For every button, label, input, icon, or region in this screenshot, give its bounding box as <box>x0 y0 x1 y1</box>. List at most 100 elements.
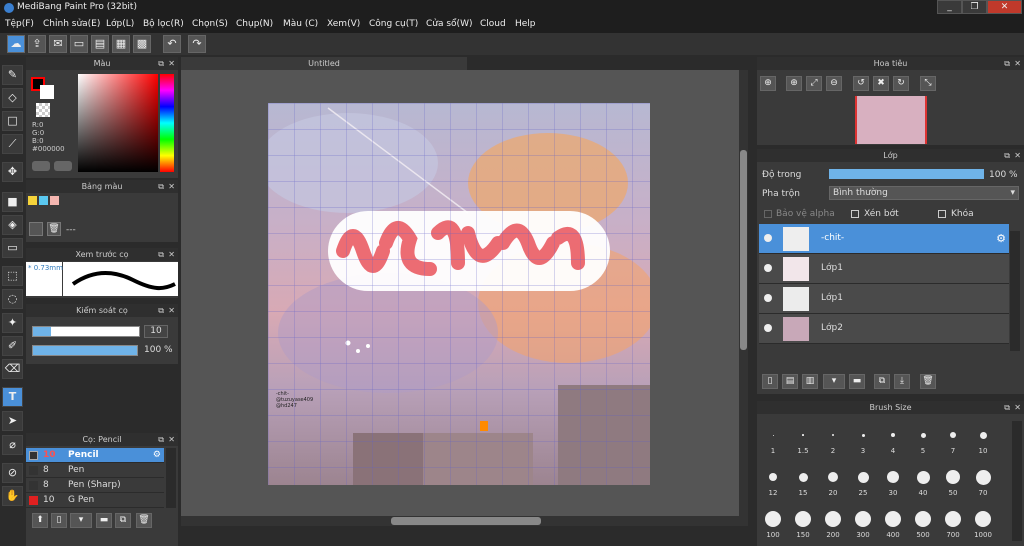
gear-icon[interactable]: ⚙ <box>153 448 161 462</box>
brush-size-option[interactable]: 150 <box>788 501 818 541</box>
eyedropper-icon[interactable]: ⊘ <box>2 463 23 483</box>
menu-view[interactable]: Xem(V) <box>327 19 360 29</box>
brush-size-option[interactable]: 20 <box>818 459 848 499</box>
protect-alpha-checkbox[interactable] <box>764 210 772 218</box>
menu-cloud[interactable]: Cloud <box>480 19 506 29</box>
eye-icon[interactable] <box>764 294 772 302</box>
canvas-horizontal-scrollbar[interactable] <box>181 516 748 526</box>
panel-close-icon[interactable]: ✕ <box>168 248 175 261</box>
maximize-button[interactable]: ❐ <box>962 0 987 14</box>
zoom-in-icon[interactable]: ⊕ <box>786 76 802 91</box>
artwork-canvas[interactable]: -chit- @tuzuyase409 @hd247 <box>268 103 650 485</box>
panel-close-icon[interactable]: ✕ <box>1014 149 1021 162</box>
layer-row[interactable]: Lớp2 <box>759 314 1009 344</box>
comment-icon[interactable]: ✉ <box>49 35 67 53</box>
brush-size-option[interactable]: 1000 <box>968 501 998 541</box>
select-rect-icon[interactable]: ⬚ <box>2 266 23 286</box>
layer-row[interactable]: Lớp1 <box>759 254 1009 284</box>
fit-icon[interactable]: ⤢ <box>806 76 822 91</box>
menu-window[interactable]: Cửa sổ(W) <box>426 19 472 29</box>
layer-list-scrollbar[interactable] <box>1010 231 1020 351</box>
brush-size-option[interactable]: 100 <box>758 501 788 541</box>
eraser-tool-icon[interactable]: ◇ <box>2 88 23 108</box>
rect-tool-icon[interactable]: □ <box>2 111 23 131</box>
redo-icon[interactable]: ↷ <box>188 35 206 53</box>
undock-icon[interactable]: ⧉ <box>158 57 164 70</box>
new-palette-icon[interactable] <box>29 222 43 236</box>
menu-help[interactable]: Help <box>515 19 536 29</box>
rotate-right-icon[interactable]: ↻ <box>893 76 909 91</box>
new-brush-icon[interactable]: ▯ <box>51 513 67 528</box>
menu-color[interactable]: Màu (C) <box>283 19 318 29</box>
add-brush-icon[interactable]: ⬆ <box>32 513 48 528</box>
brush-size-option[interactable]: 50 <box>938 459 968 499</box>
grid-icon[interactable]: ▦ <box>112 35 130 53</box>
upload-icon[interactable]: ⇪ <box>28 35 46 53</box>
brush-opacity-slider[interactable] <box>32 345 138 356</box>
gradient-tool-icon[interactable]: ▭ <box>2 238 23 258</box>
blend-mode-select[interactable]: Bình thường ▾ <box>829 186 1019 200</box>
hue-slider[interactable] <box>160 74 174 172</box>
undock-icon[interactable]: ⧉ <box>1004 401 1010 414</box>
brush-size-option[interactable]: 30 <box>878 459 908 499</box>
panel-close-icon[interactable]: ✕ <box>168 433 175 446</box>
bucket-tool-icon[interactable]: ◈ <box>2 215 23 235</box>
brush-size-option[interactable]: 300 <box>848 501 878 541</box>
blur-tool-icon[interactable]: ⌀ <box>2 435 23 455</box>
menu-file[interactable]: Tệp(F) <box>5 19 34 29</box>
brush-size-option[interactable]: 12 <box>758 459 788 499</box>
brush-size-option[interactable]: 500 <box>908 501 938 541</box>
menu-select[interactable]: Chọn(S) <box>192 19 228 29</box>
brush-size-option[interactable]: 25 <box>848 459 878 499</box>
minimize-button[interactable]: _ <box>937 0 962 14</box>
eye-icon[interactable] <box>764 324 772 332</box>
brush-item[interactable]: 8 Pen <box>26 463 164 478</box>
clipping-checkbox[interactable] <box>851 210 859 218</box>
operation-tool-icon[interactable]: ➤ <box>2 411 23 431</box>
magic-wand-icon[interactable]: ✦ <box>2 313 23 333</box>
layer-folder-icon[interactable]: ▬ <box>849 374 865 389</box>
brush-size-option[interactable]: 2 <box>818 417 848 457</box>
zoom-out-icon[interactable]: ⊖ <box>826 76 842 91</box>
document-icon[interactable]: ▤ <box>91 35 109 53</box>
brush-item[interactable]: 10 G Pen <box>26 493 164 508</box>
lasso-icon[interactable]: ◌ <box>2 289 23 309</box>
close-button[interactable]: ✕ <box>987 0 1022 14</box>
brush-size-scrollbar[interactable] <box>1012 421 1022 541</box>
new-layer-icon[interactable]: ▯ <box>762 374 778 389</box>
brush-size-option[interactable]: 5 <box>908 417 938 457</box>
document-tab[interactable]: Untitled <box>181 57 467 70</box>
menu-filter[interactable]: Bộ lọc(R) <box>143 19 184 29</box>
undock-icon[interactable]: ⧉ <box>158 433 164 446</box>
brush-size-option[interactable]: 200 <box>818 501 848 541</box>
secondary-color-swatch[interactable] <box>40 85 54 99</box>
palette-swatch[interactable] <box>50 196 59 205</box>
rotate-left-icon[interactable]: ↺ <box>853 76 869 91</box>
page-icon[interactable]: ▭ <box>70 35 88 53</box>
brush-folder-icon[interactable]: ▬ <box>96 513 112 528</box>
brush-size-option[interactable]: 400 <box>878 501 908 541</box>
fill-rect-tool-icon[interactable]: ■ <box>2 192 23 212</box>
eye-icon[interactable] <box>764 264 772 272</box>
undo-icon[interactable]: ↶ <box>163 35 181 53</box>
menu-capture[interactable]: Chụp(N) <box>236 19 273 29</box>
cloud-icon[interactable]: ☁ <box>7 35 25 53</box>
brush-size-option[interactable]: 7 <box>938 417 968 457</box>
move-tool-icon[interactable]: ✥ <box>2 162 23 182</box>
select-pen-icon[interactable]: ✐ <box>2 336 23 356</box>
duplicate-layer-icon[interactable]: ⧉ <box>874 374 890 389</box>
layer-row[interactable]: Lớp1 <box>759 284 1009 314</box>
layer-opacity-slider[interactable] <box>829 169 984 179</box>
brush-size-option[interactable]: 70 <box>968 459 998 499</box>
brush-delete-icon[interactable]: 🗑 <box>136 513 152 528</box>
menu-tools[interactable]: Công cụ(T) <box>369 19 418 29</box>
reset-view-icon[interactable]: ⤡ <box>920 76 936 91</box>
brush-size-option[interactable]: 3 <box>848 417 878 457</box>
palette-swatch[interactable] <box>28 196 37 205</box>
brush-size-option[interactable]: 4 <box>878 417 908 457</box>
canvas-vertical-scrollbar[interactable] <box>739 70 748 516</box>
new-8bit-layer-icon[interactable]: ▥ <box>802 374 818 389</box>
brush-size-option[interactable]: 700 <box>938 501 968 541</box>
brush-size-slider[interactable] <box>32 326 140 337</box>
brush-menu-icon[interactable]: ▾ <box>70 513 92 528</box>
